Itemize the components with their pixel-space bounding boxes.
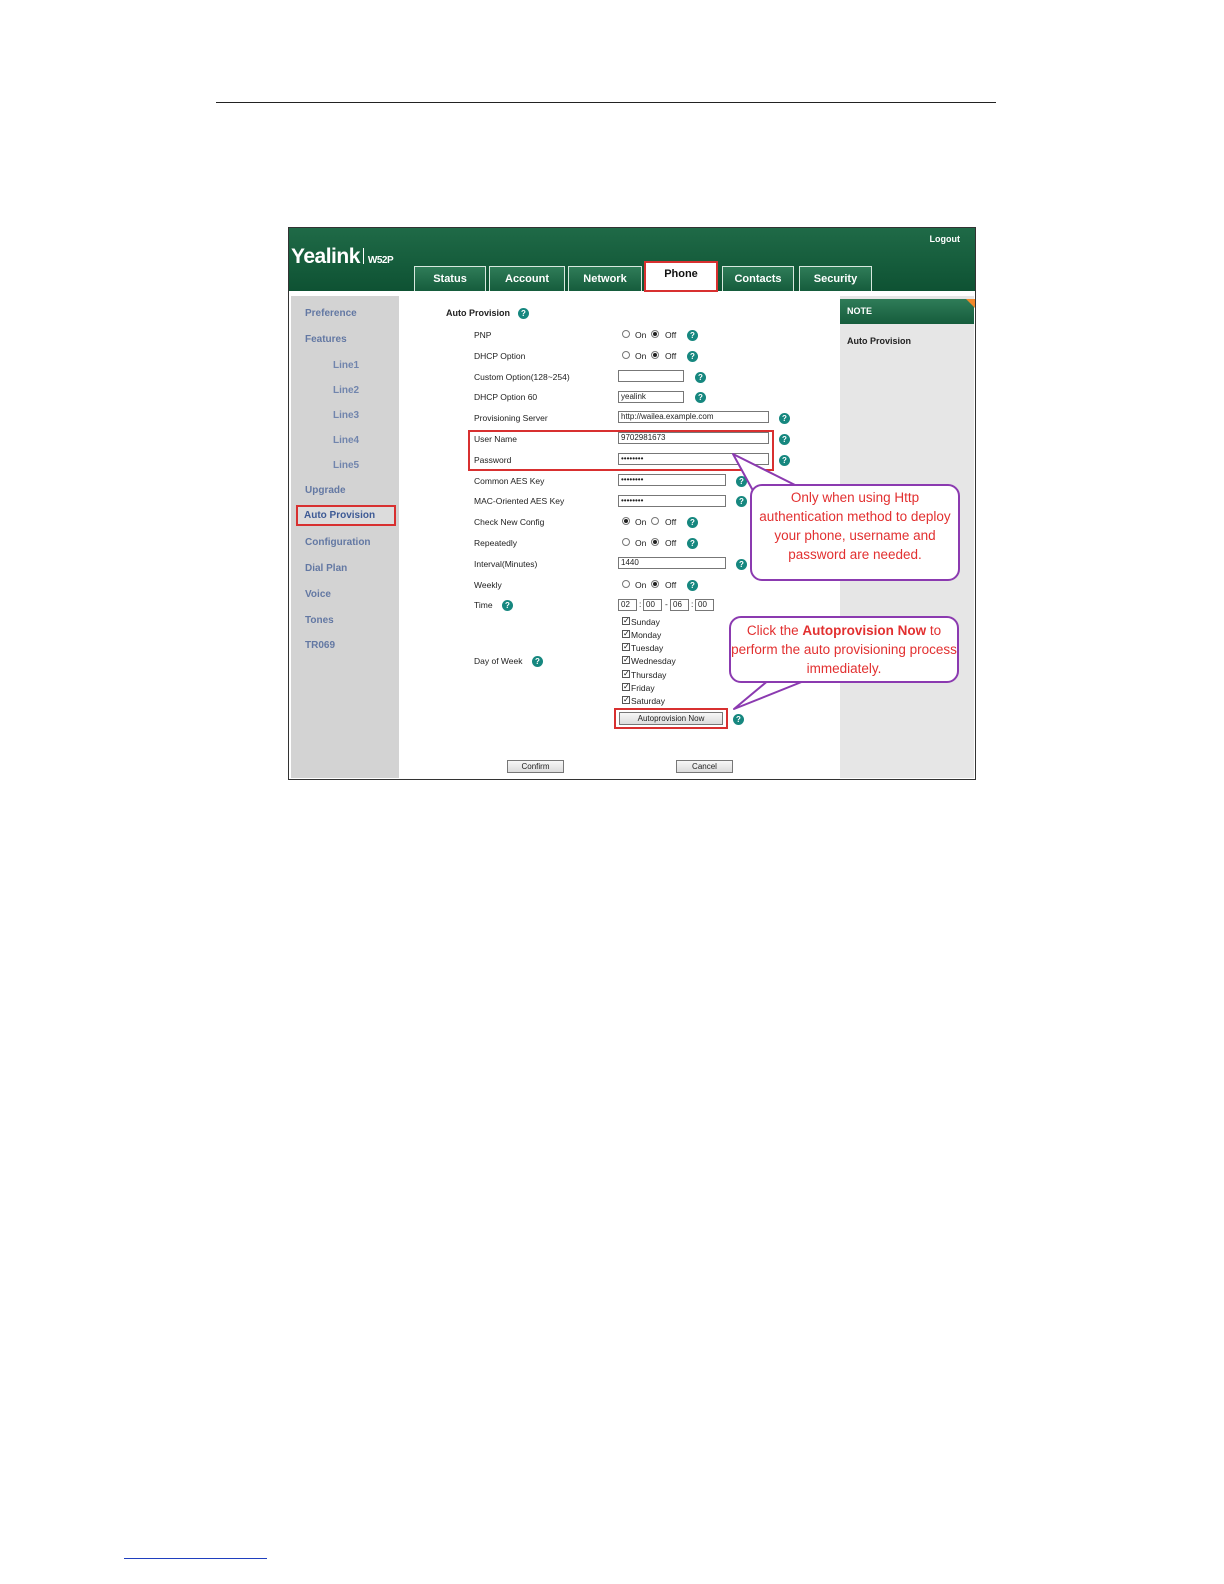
footnote-rule	[124, 1558, 267, 1559]
http-auth-callout: Only when using Http authentication meth…	[750, 484, 960, 581]
http-auth-callout-text: Only when using Http authentication meth…	[759, 490, 951, 562]
page-top-rule	[216, 102, 996, 103]
autoprovision-callout-bold: Autoprovision Now	[802, 623, 927, 638]
autoprovision-callout: Click the Autoprovision Now to perform t…	[729, 616, 959, 683]
autoprovision-callout-tail	[733, 678, 810, 710]
autoprovision-callout-pre: Click the	[746, 623, 803, 638]
web-ui-screenshot: Yealink W52P Logout Status Account Networ…	[288, 227, 976, 780]
